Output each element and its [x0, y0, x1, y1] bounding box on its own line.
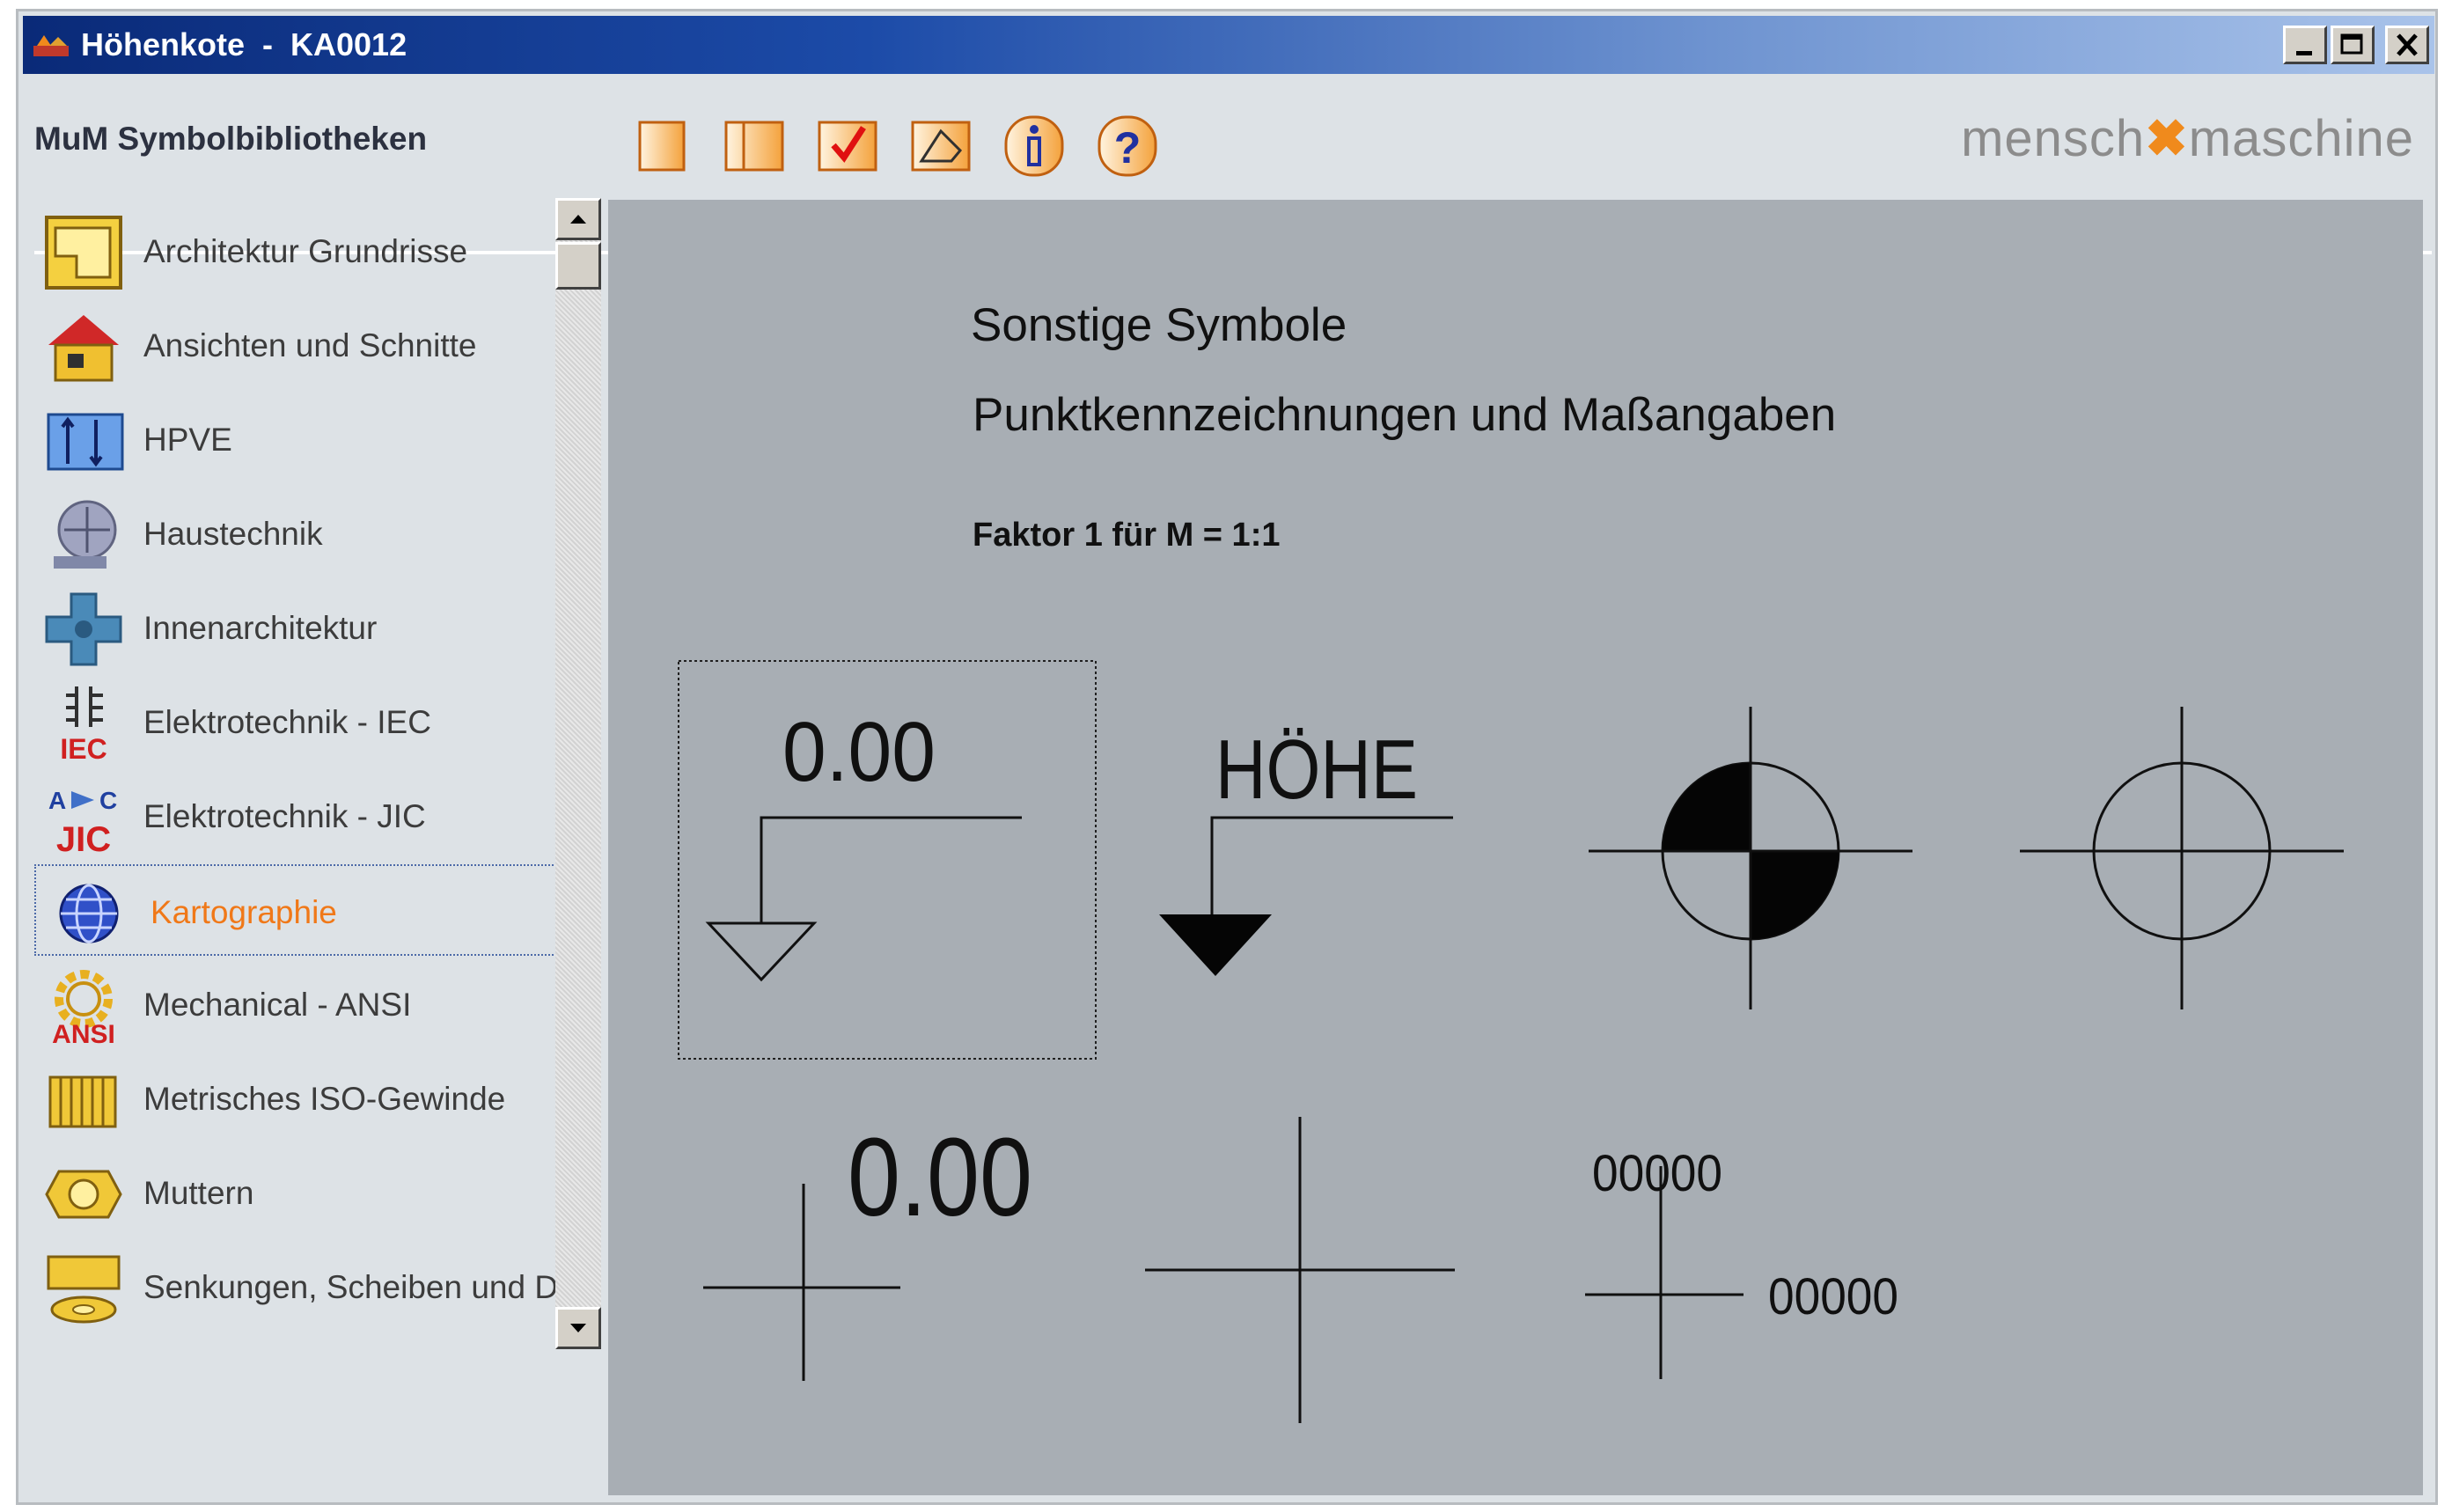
logo-text-mensch: mensch	[1961, 110, 2146, 167]
open-library-button[interactable]	[717, 112, 791, 180]
washer-icon	[47, 1255, 121, 1324]
sidebar-item-label: Metrisches ISO-Gewinde	[143, 1081, 506, 1117]
toolbar: MuM Symbolbibliotheken ? mensch✖maschine	[18, 77, 2435, 254]
library-list: Architektur Grundrisse Ansichten und Sch…	[34, 196, 571, 1499]
svg-text:?: ?	[1114, 123, 1142, 172]
symbol-cross-with-value[interactable]: 0.00	[703, 1115, 1032, 1381]
sidebar-item-label: Ansichten und Schnitte	[143, 327, 477, 363]
logo-mark: ✖	[2145, 110, 2189, 167]
sidebar-item-innenarchitektur[interactable]: Innenarchitektur	[34, 582, 571, 673]
sidebar-item-ansichten-und-schnitte[interactable]: Ansichten und Schnitte	[34, 299, 571, 391]
sidebar-item-elektrotechnik-jic[interactable]: A C JIC Elektrotechnik - JIC	[34, 770, 571, 862]
sidebar-item-architektur-grundrisse[interactable]: Architektur Grundrisse	[34, 205, 571, 297]
sidebar-item-senkungen[interactable]: Senkungen, Scheiben und Du	[34, 1241, 571, 1332]
sidebar-item-metrisches-iso-gewinde[interactable]: Metrisches ISO-Gewinde	[34, 1053, 571, 1144]
help-button[interactable]: ?	[1090, 112, 1164, 180]
symbol-elevation-open[interactable]: 0.00	[678, 660, 1097, 1060]
book-icon	[724, 121, 784, 172]
app-icon	[33, 35, 69, 56]
sidebar-item-label: Elektrotechnik - JIC	[143, 798, 426, 834]
new-page-button[interactable]	[626, 112, 700, 180]
symbol-coordinate-point[interactable]: 00000 00000	[1585, 1145, 1898, 1379]
library-title: MuM Symbolbibliotheken	[34, 121, 428, 157]
cross-value-text: 0.00	[848, 1115, 1032, 1239]
maximize-button[interactable]	[2331, 26, 2375, 64]
symbols-canvas: 0.00 HÖHE 0.00 00000 00000	[678, 660, 2344, 1423]
minimize-button[interactable]	[2283, 26, 2327, 64]
symbol-cross[interactable]	[1145, 1117, 1455, 1423]
select-button[interactable]	[811, 112, 885, 180]
ansi-badge: ANSI	[52, 1020, 115, 1046]
scroll-thumb[interactable]	[555, 242, 601, 290]
sidebar-item-label: Senkungen, Scheiben und Du	[143, 1269, 568, 1305]
insert-button[interactable]	[904, 112, 978, 180]
sidebar-item-label: Kartographie	[150, 894, 337, 930]
jic-icon: A C JIC	[48, 787, 117, 858]
scroll-up-button[interactable]	[555, 198, 601, 240]
building-services-icon	[54, 500, 117, 569]
help-icon: ?	[1098, 115, 1157, 177]
house-icon	[48, 315, 119, 382]
sidebar-item-label: Mechanical - ANSI	[143, 987, 412, 1023]
elevation-label-text: HÖHE	[1215, 723, 1418, 817]
jic-badge: JIC	[56, 820, 111, 858]
floorplan-icon	[45, 216, 122, 290]
interior-icon	[45, 592, 122, 666]
hpve-icon	[47, 413, 124, 471]
logo-text-maschine: maschine	[2188, 110, 2414, 167]
sidebar-item-label: HPVE	[143, 422, 232, 458]
maximize-icon	[2340, 33, 2363, 55]
nut-icon	[45, 1170, 122, 1219]
minimize-icon	[2296, 51, 2312, 55]
gear-icon: ANSI	[52, 970, 115, 1046]
info-button[interactable]	[997, 112, 1071, 180]
sidebar-item-haustechnik[interactable]: Haustechnik	[34, 488, 571, 579]
sidebar-item-label: Innenarchitektur	[143, 610, 378, 646]
sidebar-item-hpve[interactable]: HPVE	[34, 393, 571, 485]
symbol-elevation-filled[interactable]: HÖHE	[1159, 723, 1453, 976]
sidebar-item-label: Muttern	[143, 1175, 254, 1211]
insert-shape-icon	[911, 121, 971, 172]
svg-text:A: A	[48, 787, 66, 814]
scroll-down-button[interactable]	[555, 1307, 601, 1349]
sidebar-item-label: Architektur Grundrisse	[143, 233, 468, 269]
svg-text:C: C	[99, 787, 117, 814]
brand-logo: mensch✖maschine	[1961, 108, 2414, 168]
sidebar-item-label: Elektrotechnik - IEC	[143, 704, 431, 740]
iec-badge: IEC	[60, 733, 106, 764]
info-icon	[1004, 115, 1064, 177]
symbol-benchmark-open[interactable]	[2020, 707, 2344, 1009]
close-button[interactable]	[2385, 26, 2429, 64]
coordinate-y-text: 00000	[1592, 1145, 1722, 1202]
globe-icon	[59, 884, 119, 943]
sidebar-item-elektrotechnik-iec[interactable]: IEC Elektrotechnik - IEC	[34, 676, 571, 767]
sidebar-item-label: Haustechnik	[143, 516, 323, 552]
sidebar-item-kartographie[interactable]: Kartographie	[34, 864, 571, 956]
arrow-down-icon	[570, 1324, 586, 1332]
sidebar-scrollbar[interactable]	[555, 198, 601, 1349]
iec-icon: IEC	[60, 686, 107, 764]
close-icon	[2397, 33, 2418, 56]
thread-icon	[48, 1075, 117, 1128]
blank-page-icon	[638, 121, 686, 172]
checkmark-icon	[818, 121, 877, 172]
title-bar[interactable]: Höhenkote - KA0012	[23, 16, 2434, 74]
application-window: Höhenkote - KA0012 MuM Symbolbibliotheke…	[16, 9, 2438, 1505]
coordinate-x-text: 00000	[1768, 1268, 1898, 1325]
symbol-benchmark-filled[interactable]	[1589, 707, 1912, 1009]
window-title: Höhenkote - KA0012	[81, 26, 407, 62]
sidebar-item-muttern[interactable]: Muttern	[34, 1147, 571, 1238]
elevation-value-text: 0.00	[782, 705, 936, 799]
symbol-preview-pane: Sonstige Symbole Punktkennzeichnungen un…	[608, 200, 2423, 1495]
sidebar-item-mechanical-ansi[interactable]: ANSI Mechanical - ANSI	[34, 958, 571, 1050]
arrow-up-icon	[570, 215, 586, 224]
